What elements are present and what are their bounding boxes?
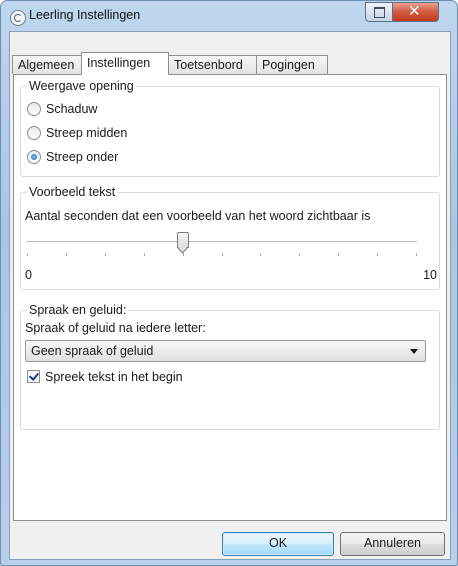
title-bar[interactable]: Leerling Instellingen ✕ xyxy=(1,1,457,31)
slider-tick xyxy=(260,253,261,256)
slider-tick xyxy=(338,253,339,256)
window-title: Leerling Instellingen xyxy=(29,8,141,22)
weergave-legend: Weergave opening xyxy=(27,79,136,93)
radio-label: Streep midden xyxy=(46,126,128,140)
slider-thumb[interactable] xyxy=(177,232,189,248)
slider-min-label: 0 xyxy=(25,268,32,282)
slider-tick xyxy=(183,253,184,256)
restore-icon xyxy=(374,7,385,18)
slider-tick xyxy=(416,253,417,256)
spraak-group: Spraak en geluid: Spraak of geluid na ie… xyxy=(20,303,440,430)
checkbox-label: Spreek tekst in het begin xyxy=(45,370,183,384)
radio-circle xyxy=(27,101,41,116)
spraak-label: Spraak of geluid na iedere letter: xyxy=(25,321,206,335)
cancel-button[interactable]: Annuleren xyxy=(340,532,445,556)
close-icon: ✕ xyxy=(408,2,421,20)
tab-instellingen[interactable]: Instellingen xyxy=(81,52,169,75)
dialog-window: Leerling Instellingen ✕ Algemeen Instell… xyxy=(0,0,458,566)
tab-toetsenbord[interactable]: Toetsenbord xyxy=(168,55,257,74)
radio-circle-selected xyxy=(27,149,41,164)
spraak-legend: Spraak en geluid: xyxy=(27,303,129,317)
ok-button[interactable]: OK xyxy=(222,532,334,556)
slider-tick xyxy=(144,253,145,256)
tab-panel-instellingen: Weergave opening Schaduw Streep midden S… xyxy=(13,74,447,521)
slider-tick xyxy=(27,253,28,256)
radio-streep-midden[interactable]: Streep midden xyxy=(27,125,127,141)
radio-schaduw[interactable]: Schaduw xyxy=(27,101,97,117)
slider-tick xyxy=(66,253,67,256)
app-icon xyxy=(10,10,26,26)
slider-tick xyxy=(222,253,223,256)
close-button[interactable]: ✕ xyxy=(392,2,439,22)
weergave-group: Weergave opening Schaduw Streep midden S… xyxy=(20,79,440,177)
slider-max-label: 10 xyxy=(423,268,437,282)
spraak-dropdown[interactable]: Geen spraak of geluid xyxy=(25,340,426,362)
slider-tick xyxy=(299,253,300,256)
voorbeeld-description: Aantal seconden dat een voorbeeld van he… xyxy=(25,209,371,223)
slider-tick xyxy=(105,253,106,256)
spreek-tekst-checkbox[interactable]: Spreek tekst in het begin xyxy=(27,369,183,385)
voorbeeld-group: Voorbeeld tekst Aantal seconden dat een … xyxy=(20,185,440,290)
radio-label: Schaduw xyxy=(46,102,98,116)
seconds-slider[interactable] xyxy=(27,232,417,263)
tab-algemeen[interactable]: Algemeen xyxy=(12,55,82,74)
radio-label: Streep onder xyxy=(46,150,119,164)
voorbeeld-legend: Voorbeeld tekst xyxy=(27,185,118,199)
dropdown-value: Geen spraak of geluid xyxy=(31,344,154,358)
restore-button[interactable] xyxy=(365,2,393,22)
checkbox-box xyxy=(27,370,40,384)
slider-tick xyxy=(377,253,378,256)
radio-streep-onder[interactable]: Streep onder xyxy=(27,149,118,165)
tab-pogingen[interactable]: Pogingen xyxy=(256,55,328,74)
slider-track xyxy=(27,241,417,243)
dialog-body: Algemeen Instellingen Toetsenbord Poging… xyxy=(9,31,451,560)
chevron-down-icon xyxy=(410,349,418,354)
radio-circle xyxy=(27,125,41,140)
